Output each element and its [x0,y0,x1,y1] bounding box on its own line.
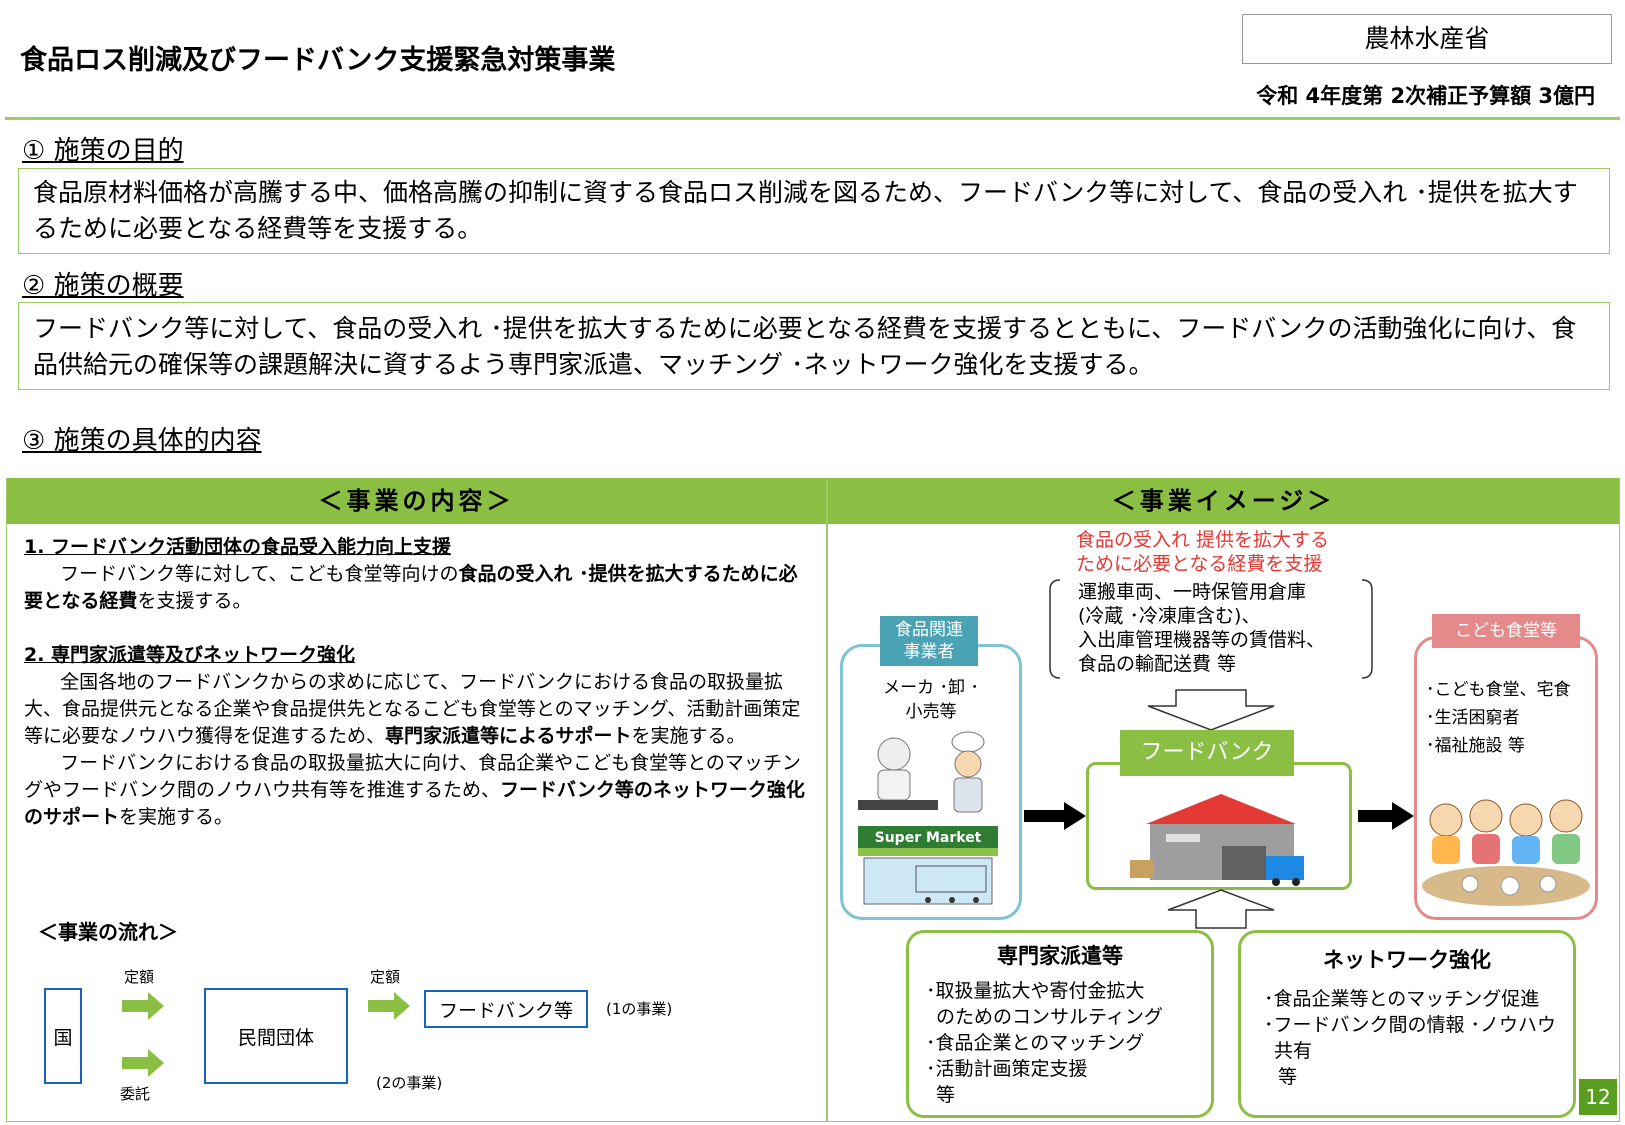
flow-country: 国 [44,988,82,1084]
expert-item: のためのコンサルティング [936,1006,1163,1028]
section3-heading: ③ 施策の具体的内容 [22,426,262,456]
flow-title: ＜事業の流れ＞ [38,920,178,944]
food-tag-line-1: 食品関連 [895,620,963,640]
kids-item: ･福祉施設 等 [1426,736,1525,756]
kids-item: ･生活困窮者 [1426,708,1520,728]
item2-text-1b: 専門家派遣等によるサポート [385,725,632,747]
expert-item: ･食品企業とのマッチング [926,1032,1145,1054]
supermarket-icon: Super Market [858,731,998,905]
food-desc-line-1: メーカ ･卸 ･ [883,678,979,698]
expert-item: ･活動計画策定支援 [926,1058,1088,1080]
header-rule [5,117,1620,120]
flow-note-1: (1の事業) [606,1000,673,1018]
expert-item: ･取扱量拡大や寄付金拡大 [926,980,1145,1002]
network-item: 共有 [1274,1040,1313,1062]
flow-private: 民間団体 [204,988,348,1084]
flow-itaku: 委託 [120,1085,151,1103]
item1-title: 1. フードバンク活動団体の食品受入能力向上支援 [24,536,452,558]
foodbank-label: フードバンク [1120,730,1294,776]
flow-arrow-3 [368,992,410,1020]
item2-title: 2. 専門家派遣等及びネットワーク強化 [24,644,356,666]
item2-text-1c: を実施する。 [631,725,746,747]
cost-line: 食品の輸配送費 等 [1078,653,1237,675]
section1-body: 食品原材料価格が高騰する中、価格高騰の抑制に資する食品ロス削減を図るため、フード… [18,168,1610,254]
cost-line: 運搬車両、一時保管用倉庫 [1078,581,1307,603]
network-list: ･食品企業等とのマッチング促進 ･フードバンク間の情報 ･ノウハウ 共有 等 [1264,986,1556,1090]
food-desc-line-2: 小売等 [905,702,957,722]
food-business-desc: メーカ ･卸 ･ 小売等 [850,676,1012,724]
item1-text-a: フードバンク等に対して、こども食堂等向けの [60,563,459,585]
network-item: 等 [1278,1066,1298,1088]
children-eating-icon [1422,799,1590,906]
item2-body2: フードバンクにおける食品の取扱量拡大に向け、食品企業やこども食堂等とのマッチング… [24,750,814,831]
item2-text-2c: を実施する。 [119,806,234,828]
flow-teigaku-1: 定額 [124,968,155,986]
page-number: 12 [1579,1079,1617,1115]
kids-cafeteria-list: ･こども食堂、宅食 ･生活困窮者 ･福祉施設 等 [1426,676,1571,760]
down-arrow-icon [1147,689,1275,731]
item2-body1: 全国各地のフードバンクからの求めに応じて、フードバンクにおける食品の取扱量拡大、… [24,669,814,750]
kids-cafeteria-tag: こども食堂等 [1432,614,1580,648]
right-header: ＜事業イメージ＞ [828,478,1619,524]
support-red-line-2: ために必要となる経費を支援 [1076,553,1323,575]
up-arrow-icon [1167,889,1275,929]
network-item: ･食品企業等とのマッチング促進 [1264,988,1540,1010]
item1-text-c: を支援する。 [137,590,252,612]
food-business-tag: 食品関連 事業者 [880,616,978,666]
expert-item: 等 [936,1084,956,1106]
right-arrow-icon [1024,802,1086,830]
support-red-line-1: 食品の受入れ 提供を拡大する [1076,529,1330,551]
kids-item: ･こども食堂、宅食 [1426,680,1571,700]
flow-note-2: (2の事業) [376,1074,443,1092]
column-divider [826,478,828,1122]
right-arrow-icon [1358,802,1414,830]
cost-list: 運搬車両、一時保管用倉庫 (冷蔵 ･冷凍庫含む)、 入出庫管理機器等の賃借料、 … [1078,580,1325,676]
network-item: ･フードバンク間の情報 ･ノウハウ [1264,1014,1556,1036]
flow-arrow-1 [122,992,164,1020]
left-header: ＜事業の内容＞ [7,478,826,524]
support-red-text: 食品の受入れ 提供を拡大する ために必要となる経費を支援 [1076,528,1329,576]
section1-heading: ① 施策の目的 [22,136,184,166]
section2-heading: ② 施策の概要 [22,271,184,301]
left-content: 1. フードバンク活動団体の食品受入能力向上支援 フードバンク等に対して、こども… [24,534,814,831]
supermarket-label: Super Market [875,830,982,846]
expert-list: ･取扱量拡大や寄付金拡大 のためのコンサルティング ･食品企業とのマッチング ･… [926,978,1163,1108]
flow-teigaku-2: 定額 [370,968,401,986]
flow-arrow-2 [122,1049,164,1077]
ministry-box: 農林水産省 [1242,14,1612,64]
food-tag-line-2: 事業者 [903,642,955,662]
page-title: 食品ロス削減及びフードバンク支援緊急対策事業 [20,45,616,76]
network-title: ネットワーク強化 [1323,948,1491,972]
item1-body: フードバンク等に対して、こども食堂等向けの食品の受入れ ･提供を拡大するために必… [24,561,814,615]
expert-title: 専門家派遣等 [997,944,1123,968]
budget-text: 令和 4年度第 2次補正予算額 3億円 [1256,84,1595,108]
cost-line: (冷蔵 ･冷凍庫含む)、 [1078,605,1261,627]
warehouse-icon [1130,794,1304,886]
cost-line: 入出庫管理機器等の賃借料、 [1078,629,1326,651]
flow-foodbank: フードバンク等 [424,990,588,1028]
section2-body: フードバンク等に対して、食品の受入れ ･提供を拡大するために必要となる経費を支援… [18,302,1610,390]
